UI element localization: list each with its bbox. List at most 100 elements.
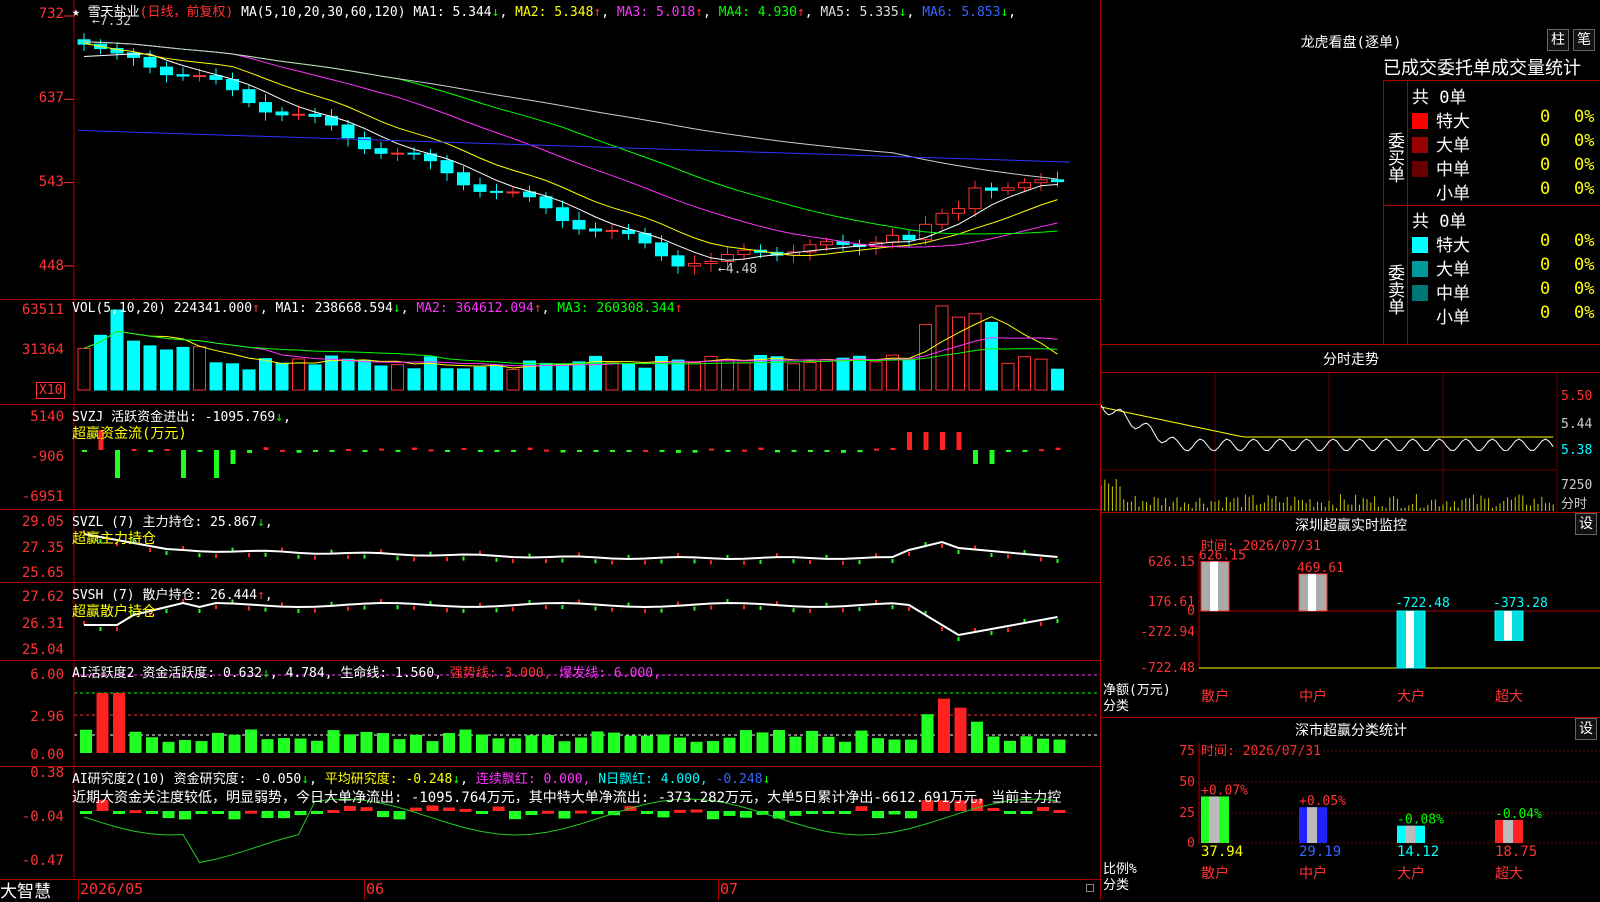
flow-bar — [659, 450, 665, 452]
flow-bar — [313, 450, 318, 452]
flow-bar — [758, 447, 764, 450]
tick-dot — [858, 607, 861, 612]
flow-bar — [857, 450, 863, 453]
tick-dot — [842, 608, 844, 613]
buy-row-1: 大单 0 0% — [1412, 131, 1600, 156]
research-bar — [1004, 811, 1016, 814]
stock-star-icon: ★ — [72, 5, 80, 20]
research-bar — [113, 811, 125, 814]
tick-dot — [495, 557, 498, 562]
candle-body — [440, 160, 454, 174]
classification-bar-glow — [1503, 820, 1513, 843]
candle-body — [391, 152, 404, 155]
vol-ma1: MA1: 238668.594 — [275, 301, 393, 316]
research-bar — [1053, 809, 1066, 813]
tick-dot — [792, 559, 795, 564]
activity-bar — [657, 734, 670, 753]
svzl-tick: 27.35 — [21, 540, 64, 556]
research-bar — [294, 811, 307, 816]
research-bar — [360, 807, 373, 811]
tick-dot — [297, 608, 300, 613]
research-bar — [674, 809, 686, 813]
side-panel: 龙虎看盘(逐单) 柱 笔 已成交委托单成交量统计 委买单 委卖单 共 0单 特大… — [1100, 0, 1600, 900]
activity-bar — [740, 730, 752, 753]
classification-value: 37.94 — [1201, 844, 1243, 860]
monitor-tick: 0 — [1187, 604, 1195, 619]
candle-body — [737, 249, 751, 255]
vol-ma1-arrow: ↓ — [392, 301, 401, 316]
flow-bar — [989, 450, 995, 464]
vol-unit-badge: X10 — [36, 382, 66, 399]
color-swatch — [1412, 137, 1428, 153]
bar-mode-button[interactable]: 柱 — [1547, 29, 1569, 51]
candle-body — [655, 242, 668, 257]
volume-bar — [605, 361, 619, 391]
activity-bar — [360, 731, 373, 753]
candle-body — [506, 191, 520, 194]
ai-activity-pane[interactable]: AI活跃度2 资金活跃度: 0.632↓, 4.784, 生命线: 1.560,… — [0, 661, 1100, 767]
price-high-label: ←7.32 — [92, 14, 132, 29]
research-bar — [228, 811, 241, 820]
volume-pane[interactable]: VOL(5,10,20) 224341.000↑, MA1: 238668.59… — [0, 300, 1100, 405]
activity-bar — [1004, 740, 1016, 753]
activity-bar — [113, 693, 125, 753]
candlestick-chart[interactable] — [0, 0, 1100, 300]
svsh-pane[interactable]: SVSH (7) 散户持仓: 26.444↑, 超赢散户持仓 27.62 26.… — [0, 583, 1100, 661]
flow-bar — [280, 449, 285, 452]
volume-bar — [308, 364, 322, 391]
volume-bar — [803, 362, 817, 391]
volume-bar — [391, 364, 404, 391]
classification-pct: +0.07% — [1201, 783, 1248, 798]
candle-body — [490, 190, 503, 193]
tick-dot — [363, 605, 366, 610]
ai-research-header: AI研究度2(10) 资金研究度: -0.050↓, 平均研究度: -0.248… — [72, 772, 771, 787]
candle-body — [160, 66, 173, 76]
ai-research-pane[interactable]: AI研究度2(10) 资金研究度: -0.050↓, 平均研究度: -0.248… — [0, 765, 1100, 880]
chart-area[interactable]: ★ 雪天盐业(日线，前复权) MA(5,10,20,30,60,120) MA1… — [0, 0, 1100, 902]
volume-bar — [127, 340, 140, 391]
lock-icon[interactable] — [1086, 884, 1094, 892]
volume-bar — [457, 368, 470, 391]
vol-ma2-arrow: ↑ — [533, 301, 542, 316]
flow-bar — [692, 450, 698, 453]
flow-bar — [775, 450, 780, 453]
activity-bar — [690, 741, 703, 753]
sell-row-2: 中单 0 0% — [1412, 279, 1600, 304]
flow-bar — [907, 432, 912, 450]
row-count: 0 — [1540, 131, 1551, 151]
flow-bar — [643, 449, 648, 452]
ai2-label: AI研究度2(10) 资金研究度: -0.050 — [72, 772, 302, 787]
research-bar — [657, 811, 670, 818]
tick-dot — [594, 606, 597, 611]
period-mode[interactable]: (日线，前复权) — [140, 5, 234, 20]
volume-bar — [259, 358, 272, 391]
buy-row-0: 特大 0 0% — [1412, 107, 1600, 132]
flow-bar — [676, 450, 681, 453]
tick-dot — [561, 558, 564, 563]
research-bar — [773, 811, 785, 819]
tick-dot — [413, 605, 415, 610]
classification-xlab: 分类 — [1103, 878, 1130, 893]
price-pane[interactable]: ★ 雪天盐业(日线，前复权) MA(5,10,20,30,60,120) MA1… — [0, 0, 1100, 300]
ai1-v2: 4.784 — [285, 666, 325, 681]
tick-dot — [759, 605, 762, 610]
intraday-chart[interactable] — [1101, 345, 1600, 513]
fs-price-line — [1101, 404, 1554, 452]
activity-bar — [822, 736, 835, 753]
ma-arrow: ↑ — [796, 5, 805, 20]
svzj-pane[interactable]: SVZJ 活跃资金进出: -1095.769↓, 超赢资金流(万元) 5140 … — [0, 405, 1100, 510]
svzj-tick: 5140 — [30, 409, 64, 425]
volume-bar — [572, 361, 586, 391]
monitor-bar-value: -373.28 — [1493, 596, 1548, 611]
volume-bar — [473, 366, 487, 391]
research-bar — [129, 810, 142, 814]
activity-bar — [146, 737, 158, 753]
svzl-pane[interactable]: SVZL (7) 主力持仓: 25.867↓, 超赢主力持仓 29.05 27.… — [0, 510, 1100, 583]
monitor-panel: 深圳超赢实时监控 设 时间: 2026/07/31 626.15 176.61 0-… — [1101, 513, 1600, 718]
intraday-panel[interactable]: 分时走势 5.50 5.44 5.38 7250 分时 — [1101, 345, 1600, 513]
tick-dot — [743, 605, 745, 610]
classification-category: 大户 — [1397, 865, 1425, 882]
classification-value: 14.12 — [1397, 844, 1439, 860]
volume-bar — [209, 362, 223, 391]
tick-mode-button[interactable]: 笔 — [1573, 29, 1595, 51]
